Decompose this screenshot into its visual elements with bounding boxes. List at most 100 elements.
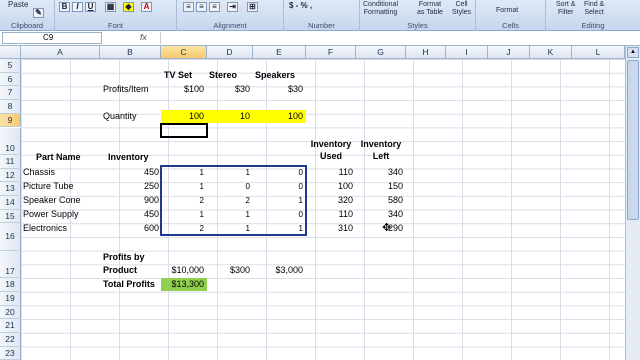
- row-header-22[interactable]: 22: [0, 333, 21, 347]
- row-header-15[interactable]: 15: [0, 209, 21, 224]
- scroll-thumb[interactable]: [627, 60, 639, 220]
- col-header-k[interactable]: K: [530, 46, 572, 59]
- cell-d8[interactable]: 10: [207, 110, 250, 123]
- cell-b14[interactable]: 450: [100, 208, 159, 221]
- row-header-17[interactable]: 17: [0, 250, 21, 279]
- select-all-corner[interactable]: [0, 46, 21, 59]
- row-header-14[interactable]: 14: [0, 196, 21, 210]
- format-button[interactable]: Format: [496, 7, 518, 15]
- cell-e17[interactable]: $3,000: [253, 264, 303, 277]
- cell-a11[interactable]: Chassis: [23, 166, 55, 179]
- cell-a15[interactable]: Electronics: [23, 222, 67, 235]
- cell-b6[interactable]: Profits/Item: [103, 83, 149, 96]
- row-header-21[interactable]: 21: [0, 319, 21, 333]
- underline-icon[interactable]: U: [85, 2, 96, 12]
- row-header-12[interactable]: 12: [0, 168, 21, 183]
- fx-icon[interactable]: fx: [140, 32, 147, 42]
- row-header-16[interactable]: 16: [0, 223, 21, 251]
- merge-icon[interactable]: ⊞: [247, 2, 258, 12]
- cell-g12[interactable]: 150: [356, 180, 403, 193]
- cell-a13[interactable]: Speaker Cone: [23, 194, 81, 207]
- cell-b16[interactable]: Profits by: [103, 251, 145, 264]
- cell-a14[interactable]: Power Supply: [23, 208, 79, 221]
- borders-icon[interactable]: ▦: [105, 2, 116, 12]
- col-header-b[interactable]: B: [100, 46, 161, 59]
- cell-e8[interactable]: 100: [253, 110, 303, 123]
- row-header-9[interactable]: 9: [0, 113, 21, 128]
- cell-c18[interactable]: $13,300: [161, 278, 204, 291]
- row-header-10[interactable]: 10: [0, 127, 21, 155]
- row-header-8[interactable]: 8: [0, 100, 21, 114]
- cell-d6[interactable]: $30: [207, 83, 250, 96]
- cell-c17[interactable]: $10,000: [161, 264, 204, 277]
- cell-b11[interactable]: 450: [100, 166, 159, 179]
- cell-b13[interactable]: 900: [100, 194, 159, 207]
- cell-b12[interactable]: 250: [100, 180, 159, 193]
- cell-f10[interactable]: Inventory Used: [306, 138, 356, 162]
- scroll-up-icon[interactable]: ▲: [627, 47, 639, 58]
- col-header-l[interactable]: L: [572, 46, 625, 59]
- cell-d5[interactable]: Stereo: [209, 69, 237, 82]
- row-header-23[interactable]: 23: [0, 346, 21, 360]
- cell-d17[interactable]: $300: [207, 264, 250, 277]
- cell-f14[interactable]: 110: [306, 208, 353, 221]
- col-header-e[interactable]: E: [253, 46, 306, 59]
- font-color-icon[interactable]: A: [141, 2, 152, 12]
- vertical-scrollbar[interactable]: ▲: [625, 46, 640, 360]
- col-header-a[interactable]: A: [21, 46, 100, 59]
- cell-g15[interactable]: 290: [356, 222, 403, 235]
- cell-e6[interactable]: $30: [253, 83, 303, 96]
- col-header-i[interactable]: I: [446, 46, 488, 59]
- cell-g11[interactable]: 340: [356, 166, 403, 179]
- col-header-d[interactable]: D: [207, 46, 253, 59]
- cell-c8[interactable]: 100: [161, 110, 204, 123]
- col-header-g[interactable]: G: [356, 46, 406, 59]
- cell-e5[interactable]: Speakers: [255, 69, 295, 82]
- fill-color-icon[interactable]: ◆: [123, 2, 134, 12]
- cell-c5[interactable]: TV Set: [164, 69, 192, 82]
- cell-b17[interactable]: Product: [103, 264, 137, 277]
- row-header-19[interactable]: 19: [0, 291, 21, 306]
- active-cell-c9[interactable]: [160, 123, 208, 138]
- cell-a10[interactable]: Part Name: [36, 151, 81, 164]
- row-header-20[interactable]: 20: [0, 305, 21, 320]
- row-header-5[interactable]: 5: [0, 59, 21, 73]
- cell-b10[interactable]: Inventory: [108, 151, 149, 164]
- format-as-table-button[interactable]: Format as Table: [417, 1, 443, 17]
- cell-f15[interactable]: 310: [306, 222, 353, 235]
- name-box[interactable]: C9: [2, 32, 102, 44]
- italic-icon[interactable]: I: [72, 2, 83, 12]
- cell-c6[interactable]: $100: [161, 83, 204, 96]
- formula-input[interactable]: [160, 32, 622, 44]
- cell-g13[interactable]: 580: [356, 194, 403, 207]
- col-header-h[interactable]: H: [406, 46, 446, 59]
- col-header-f[interactable]: F: [306, 46, 356, 59]
- cell-styles-button[interactable]: Cell Styles: [452, 1, 471, 17]
- find-select-button[interactable]: Find & Select: [584, 1, 604, 17]
- sort-filter-button[interactable]: Sort & Filter: [556, 1, 575, 17]
- cell-a12[interactable]: Picture Tube: [23, 180, 74, 193]
- row-header-7[interactable]: 7: [0, 86, 21, 101]
- cell-b15[interactable]: 600: [100, 222, 159, 235]
- conditional-formatting-button[interactable]: Conditional Formatting: [363, 1, 398, 17]
- cell-f11[interactable]: 110: [306, 166, 353, 179]
- cell-b18[interactable]: Total Profits: [103, 278, 155, 291]
- cell-b8[interactable]: Quantity: [103, 110, 137, 123]
- col-header-j[interactable]: J: [488, 46, 530, 59]
- currency-button[interactable]: $ - % ,: [289, 2, 312, 10]
- cell-f13[interactable]: 320: [306, 194, 353, 207]
- cell-f12[interactable]: 100: [306, 180, 353, 193]
- align-center-icon[interactable]: ≡: [196, 2, 207, 12]
- format-painter-icon[interactable]: ✎: [33, 8, 44, 18]
- cell-g14[interactable]: 340: [356, 208, 403, 221]
- row-header-11[interactable]: 11: [0, 154, 21, 169]
- indent-icon[interactable]: ⇥: [227, 2, 238, 12]
- row-header-18[interactable]: 18: [0, 278, 21, 292]
- align-left-icon[interactable]: ≡: [183, 2, 194, 12]
- bold-icon[interactable]: B: [59, 2, 70, 12]
- paste-button[interactable]: Paste: [8, 1, 28, 9]
- cell-g10[interactable]: Inventory Left: [356, 138, 406, 162]
- col-header-c[interactable]: C: [161, 46, 207, 59]
- row-header-13[interactable]: 13: [0, 182, 21, 196]
- align-right-icon[interactable]: ≡: [209, 2, 220, 12]
